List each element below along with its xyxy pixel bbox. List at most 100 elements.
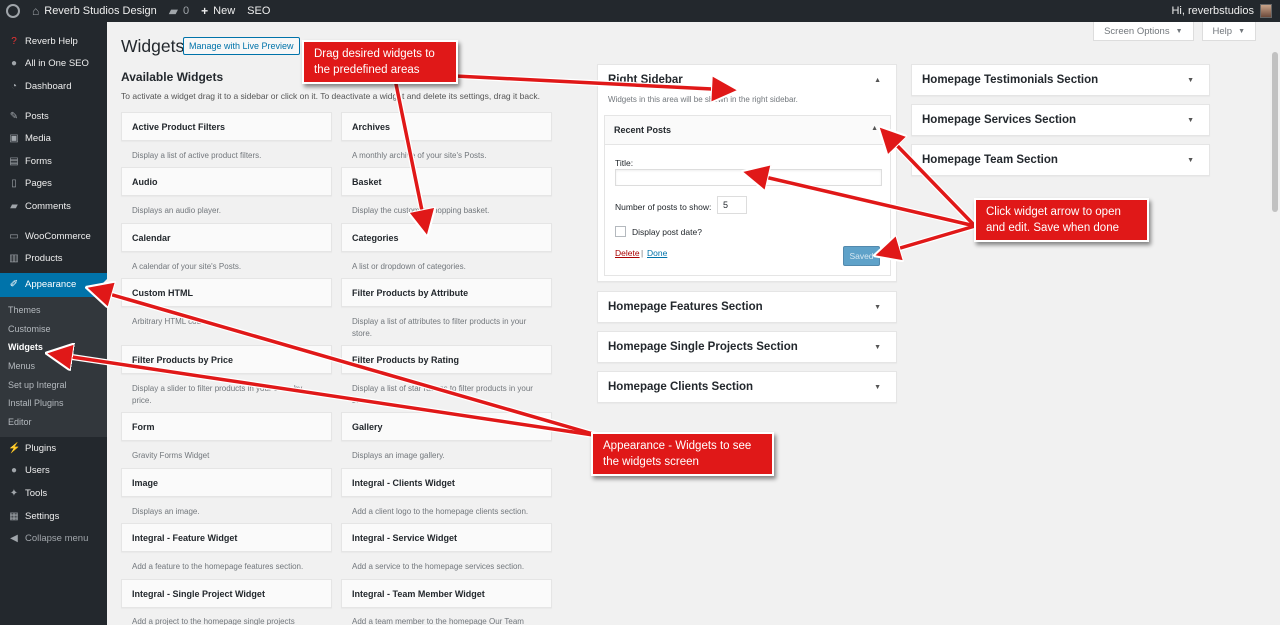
site-name-label: Reverb Studios Design [44, 5, 157, 17]
display-date-checkbox[interactable] [615, 226, 626, 237]
page-title: Widgets [121, 36, 185, 56]
plugin-icon: ⚡ [8, 442, 21, 454]
widget-integral-service[interactable]: Integral - Service Widget [341, 523, 552, 552]
widget-audio[interactable]: Audio [121, 167, 332, 196]
screen-options-button[interactable]: Screen Options ▼ [1093, 22, 1194, 41]
widget-archives[interactable]: Archives [341, 112, 552, 141]
right-sidebar-description: Widgets in this area will be shown in th… [608, 95, 798, 104]
widget-active-product-filters[interactable]: Active Product Filters [121, 112, 332, 141]
sidebar-item-forms[interactable]: ▤ Forms [0, 150, 107, 173]
seo-icon: ● [10, 58, 18, 70]
sidebar-item-comments[interactable]: ▰ Comments [0, 195, 107, 218]
comment-icon: ▰ [10, 200, 18, 212]
sidebar-item-woocommerce[interactable]: ▭ WooCommerce [0, 225, 107, 248]
area-homepage-clients[interactable]: Homepage Clients Section ▼ [597, 371, 897, 403]
widget-calendar[interactable]: Calendar [121, 223, 332, 252]
widget-integral-feature[interactable]: Integral - Feature Widget [121, 523, 332, 552]
sidebar-item-label: Appearance [25, 279, 77, 291]
help-label: Help [1212, 25, 1233, 37]
widget-description: Add a client logo to the homepage client… [352, 507, 529, 516]
available-widgets-title: Available Widgets [121, 70, 224, 84]
delete-link[interactable]: Delete [615, 248, 640, 258]
widget-categories[interactable]: Categories [341, 223, 552, 252]
submenu-menus[interactable]: Menus [0, 357, 107, 376]
tools-icon: ✦ [9, 488, 19, 500]
callout-drag-widgets: Drag desired widgets to the predefined a… [302, 40, 458, 84]
submenu-editor[interactable]: Editor [0, 413, 107, 432]
sidebar-item-plugins[interactable]: ⚡ Plugins [0, 437, 107, 460]
comments-link[interactable]: ▰ 0 [163, 0, 195, 22]
sidebar-item-pages[interactable]: ▯ Pages [0, 173, 107, 196]
sidebar-item-appearance[interactable]: ✐ Appearance [0, 272, 107, 297]
saved-button[interactable]: Saved [843, 246, 880, 266]
callout-appearance-widgets: Appearance - Widgets to see the widgets … [591, 432, 774, 476]
num-posts-input[interactable]: 5 [717, 196, 747, 214]
scrollbar-thumb[interactable] [1272, 52, 1278, 212]
sidebar-item-settings[interactable]: ▦ Settings [0, 505, 107, 528]
help-button[interactable]: Help ▼ [1201, 22, 1256, 41]
sidebar-item-label: Plugins [25, 442, 57, 454]
expand-arrow-icon[interactable]: ▼ [874, 384, 881, 391]
caret-down-icon: ▼ [1175, 27, 1183, 35]
expand-arrow-icon[interactable]: ▼ [874, 304, 881, 311]
collapse-menu-button[interactable]: ◀ Collapse menu [0, 527, 107, 550]
sidebar-item-media[interactable]: ▣ Media [0, 127, 107, 150]
expand-arrow-icon[interactable]: ▼ [1187, 157, 1194, 164]
widget-custom-html[interactable]: Custom HTML [121, 278, 332, 307]
seo-link[interactable]: SEO [241, 0, 276, 22]
sidebar-item-products[interactable]: ▥ Products [0, 247, 107, 270]
wordpress-logo-icon[interactable] [6, 4, 20, 18]
widget-basket[interactable]: Basket [341, 167, 552, 196]
area-homepage-team[interactable]: Homepage Team Section ▼ [911, 144, 1210, 176]
widget-toggle-arrow-icon[interactable]: ▲ [871, 125, 878, 132]
submenu-install-plugins[interactable]: Install Plugins [0, 394, 107, 413]
question-icon: ? [11, 35, 17, 47]
submenu-customise[interactable]: Customise [0, 320, 107, 339]
sidebar-item-dashboard[interactable]: ◔ Dashboard [0, 75, 107, 98]
done-link[interactable]: Done [647, 248, 667, 258]
widget-form[interactable]: Form [121, 412, 332, 441]
sidebar-item-seo[interactable]: ● All in One SEO [0, 53, 107, 76]
sidebar-item-reverb-help[interactable]: ? Reverb Help [0, 30, 107, 53]
area-homepage-services[interactable]: Homepage Services Section ▼ [911, 104, 1210, 136]
new-content-link[interactable]: + New [195, 0, 241, 22]
widget-image[interactable]: Image [121, 468, 332, 497]
collapse-arrow-icon[interactable]: ▲ [874, 77, 881, 84]
sidebar-item-posts[interactable]: ✎ Posts [0, 105, 107, 128]
area-title: Homepage Features Section [608, 301, 763, 313]
widget-description: Displays an image gallery. [352, 451, 445, 460]
expand-arrow-icon[interactable]: ▼ [1187, 117, 1194, 124]
account-menu[interactable]: Hi, reverbstudios [1165, 0, 1280, 22]
right-sidebar-title[interactable]: Right Sidebar [608, 74, 683, 86]
recent-posts-header[interactable]: Recent Posts ▲ [605, 116, 890, 145]
area-homepage-single-projects[interactable]: Homepage Single Projects Section ▼ [597, 331, 897, 363]
widget-gallery[interactable]: Gallery [341, 412, 552, 441]
widget-filter-by-price[interactable]: Filter Products by Price [121, 345, 332, 374]
comments-count: 0 [183, 5, 190, 17]
expand-arrow-icon[interactable]: ▼ [874, 344, 881, 351]
live-preview-button[interactable]: Manage with Live Preview [183, 37, 300, 55]
site-name-link[interactable]: ⌂ Reverb Studios Design [26, 0, 163, 22]
media-icon: ▣ [9, 133, 19, 145]
title-input[interactable] [615, 169, 882, 186]
sidebar-item-label: WooCommerce [25, 230, 91, 242]
submenu-themes[interactable]: Themes [0, 301, 107, 320]
sidebar-item-tools[interactable]: ✦ Tools [0, 482, 107, 505]
area-homepage-features[interactable]: Homepage Features Section ▼ [597, 291, 897, 323]
widget-integral-single-project[interactable]: Integral - Single Project Widget [121, 579, 332, 608]
submenu-setup-integral[interactable]: Set up Integral [0, 375, 107, 394]
sidebar-item-users[interactable]: ● Users [0, 460, 107, 483]
area-homepage-testimonials[interactable]: Homepage Testimonials Section ▼ [911, 64, 1210, 96]
area-title: Homepage Services Section [922, 114, 1077, 126]
widget-filter-by-attribute[interactable]: Filter Products by Attribute [341, 278, 552, 307]
widget-description: A calendar of your site's Posts. [132, 262, 242, 271]
widget-integral-clients[interactable]: Integral - Clients Widget [341, 468, 552, 497]
widget-filter-by-rating[interactable]: Filter Products by Rating [341, 345, 552, 374]
expand-arrow-icon[interactable]: ▼ [1187, 77, 1194, 84]
widget-integral-team-member[interactable]: Integral - Team Member Widget [341, 579, 552, 608]
submenu-widgets[interactable]: Widgets [0, 338, 107, 357]
sidebar-item-label: Collapse menu [25, 533, 89, 545]
widget-description: Add a service to the homepage services s… [352, 562, 525, 571]
widget-description: Display a slider to filter products in y… [132, 384, 303, 405]
page-scrollbar[interactable] [1270, 22, 1280, 625]
